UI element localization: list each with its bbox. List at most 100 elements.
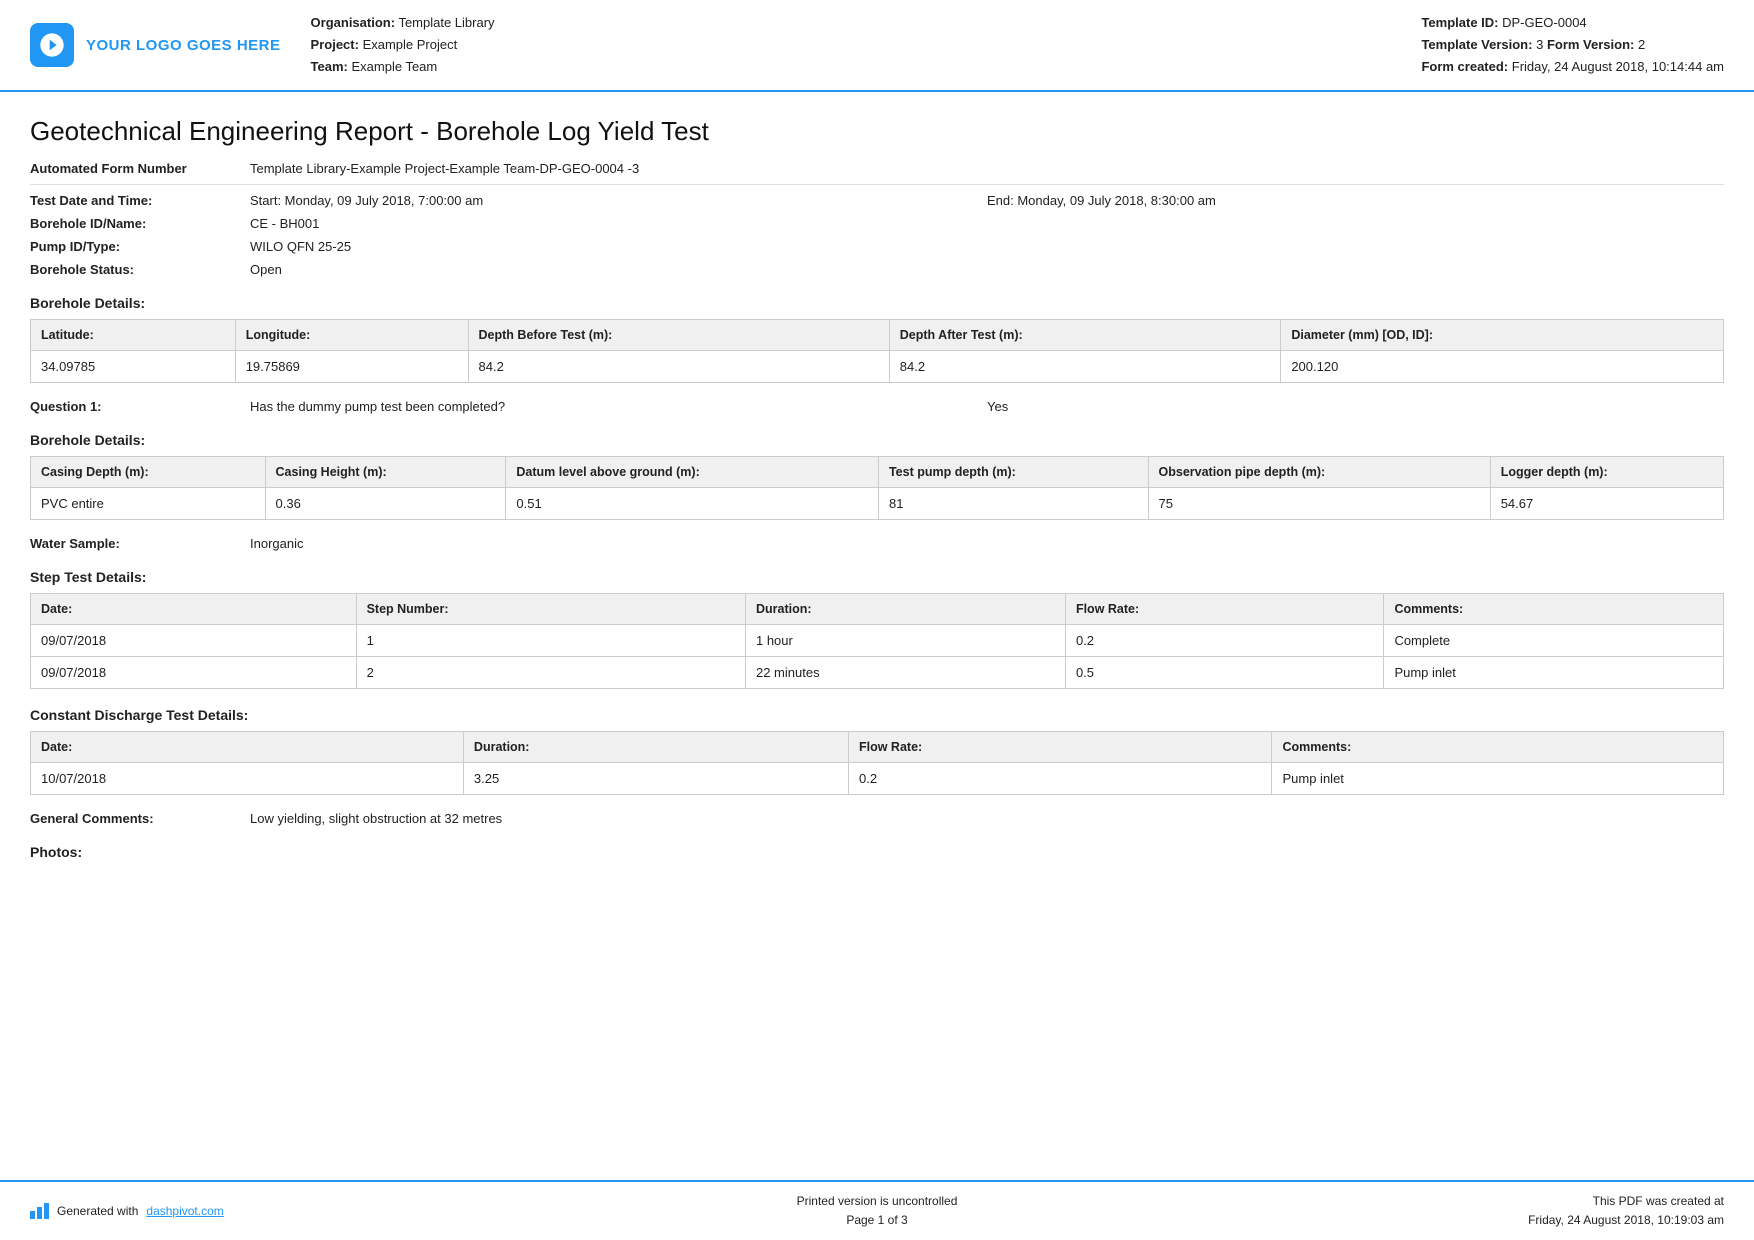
- borehole-details-2-header-row: Casing Depth (m): Casing Height (m): Dat…: [31, 457, 1724, 488]
- pump-id-label: Pump ID/Type:: [30, 239, 250, 254]
- col-cd-comments: Comments:: [1272, 732, 1724, 763]
- borehole-status-label: Borehole Status:: [30, 262, 250, 277]
- water-sample-row: Water Sample: Inorganic: [30, 536, 1724, 551]
- col-depth-before: Depth Before Test (m):: [468, 320, 889, 351]
- water-sample-value: Inorganic: [250, 536, 303, 551]
- logo-icon: [30, 23, 74, 67]
- constant-discharge-table: Date: Duration: Flow Rate: Comments: 10/…: [30, 731, 1724, 795]
- automated-form-row: Automated Form Number Template Library-E…: [30, 161, 1724, 176]
- col-depth-after: Depth After Test (m):: [889, 320, 1281, 351]
- col-cd-duration: Duration:: [463, 732, 848, 763]
- borehole-details-2-table: Casing Depth (m): Casing Height (m): Dat…: [30, 456, 1724, 520]
- logo-area: YOUR LOGO GOES HERE: [30, 12, 281, 78]
- cell-test-pump-depth: 81: [878, 488, 1148, 520]
- test-date-label: Test Date and Time:: [30, 193, 250, 208]
- cell-datum-level: 0.51: [506, 488, 879, 520]
- borehole-details-2-title: Borehole Details:: [30, 432, 1724, 448]
- col-casing-depth: Casing Depth (m):: [31, 457, 266, 488]
- footer-generated-text: Generated with: [57, 1204, 138, 1218]
- col-step-number: Step Number:: [356, 594, 745, 625]
- pump-id-value: WILO QFN 25-25: [250, 239, 1724, 254]
- cell-step-duration-1: 1 hour: [745, 625, 1065, 657]
- borehole-details-1-title: Borehole Details:: [30, 295, 1724, 311]
- footer-center-line2: Page 1 of 3: [595, 1211, 1160, 1230]
- col-step-flow-rate: Flow Rate:: [1065, 594, 1383, 625]
- table-row: 09/07/2018 1 1 hour 0.2 Complete: [31, 625, 1724, 657]
- step-test-header-row: Date: Step Number: Duration: Flow Rate: …: [31, 594, 1724, 625]
- footer-center-line1: Printed version is uncontrolled: [595, 1192, 1160, 1211]
- page-header: YOUR LOGO GOES HERE Organisation: Templa…: [0, 0, 1754, 92]
- footer-link[interactable]: dashpivot.com: [146, 1204, 223, 1218]
- cell-cd-duration: 3.25: [463, 763, 848, 795]
- col-step-date: Date:: [31, 594, 357, 625]
- cell-step-date-2: 09/07/2018: [31, 657, 357, 689]
- cell-cd-flow-rate: 0.2: [848, 763, 1272, 795]
- automated-form-value: Template Library-Example Project-Example…: [250, 161, 1724, 176]
- col-latitude: Latitude:: [31, 320, 236, 351]
- borehole-status-row: Borehole Status: Open: [30, 262, 1724, 277]
- col-step-duration: Duration:: [745, 594, 1065, 625]
- photos-label: Photos:: [30, 844, 1724, 860]
- test-date-start: Start: Monday, 09 July 2018, 7:00:00 am: [250, 193, 987, 208]
- col-longitude: Longitude:: [235, 320, 468, 351]
- cell-step-flow-rate-1: 0.2: [1065, 625, 1383, 657]
- col-cd-flow-rate: Flow Rate:: [848, 732, 1272, 763]
- question1-label: Question 1:: [30, 399, 250, 414]
- cell-observation-pipe: 75: [1148, 488, 1490, 520]
- cell-step-duration-2: 22 minutes: [745, 657, 1065, 689]
- cell-diameter: 200.120: [1281, 351, 1724, 383]
- general-comments-value: Low yielding, slight obstruction at 32 m…: [250, 811, 502, 826]
- borehole-details-2-data-row: PVC entire 0.36 0.51 81 75 54.67: [31, 488, 1724, 520]
- col-datum-level: Datum level above ground (m):: [506, 457, 879, 488]
- cell-depth-before: 84.2: [468, 351, 889, 383]
- project-row: Project: Example Project: [311, 34, 1392, 56]
- question1-row: Question 1: Has the dummy pump test been…: [30, 399, 1724, 414]
- footer-right: This PDF was created at Friday, 24 Augus…: [1159, 1192, 1724, 1230]
- cell-casing-height: 0.36: [265, 488, 506, 520]
- general-comments-row: General Comments: Low yielding, slight o…: [30, 811, 1724, 826]
- cell-depth-after: 84.2: [889, 351, 1281, 383]
- cell-longitude: 19.75869: [235, 351, 468, 383]
- borehole-id-value: CE - BH001: [250, 216, 1724, 231]
- footer-left: Generated with dashpivot.com: [30, 1203, 595, 1219]
- step-test-title: Step Test Details:: [30, 569, 1724, 585]
- test-date-row: Test Date and Time: Start: Monday, 09 Ju…: [30, 193, 1724, 208]
- water-sample-label: Water Sample:: [30, 536, 250, 551]
- borehole-id-row: Borehole ID/Name: CE - BH001: [30, 216, 1724, 231]
- constant-discharge-title: Constant Discharge Test Details:: [30, 707, 1724, 723]
- report-title: Geotechnical Engineering Report - Boreho…: [30, 116, 1724, 147]
- cell-step-number-2: 2: [356, 657, 745, 689]
- col-casing-height: Casing Height (m):: [265, 457, 506, 488]
- org-row: Organisation: Template Library: [311, 12, 1392, 34]
- footer-right-line1: This PDF was created at: [1159, 1192, 1724, 1211]
- form-created-row: Form created: Friday, 24 August 2018, 10…: [1421, 56, 1724, 78]
- test-date-end: End: Monday, 09 July 2018, 8:30:00 am: [987, 193, 1724, 208]
- footer-bars-icon: [30, 1203, 49, 1219]
- col-cd-date: Date:: [31, 732, 464, 763]
- borehole-status-value: Open: [250, 262, 1724, 277]
- borehole-details-1-data-row: 34.09785 19.75869 84.2 84.2 200.120: [31, 351, 1724, 383]
- col-logger-depth: Logger depth (m):: [1490, 457, 1723, 488]
- page-footer: Generated with dashpivot.com Printed ver…: [0, 1180, 1754, 1240]
- header-center: Organisation: Template Library Project: …: [311, 12, 1392, 78]
- main-content: Geotechnical Engineering Report - Boreho…: [0, 92, 1754, 898]
- constant-discharge-header-row: Date: Duration: Flow Rate: Comments:: [31, 732, 1724, 763]
- question1-answer: Yes: [987, 399, 1724, 414]
- team-row: Team: Example Team: [311, 56, 1392, 78]
- borehole-details-1-header-row: Latitude: Longitude: Depth Before Test (…: [31, 320, 1724, 351]
- borehole-details-1-table: Latitude: Longitude: Depth Before Test (…: [30, 319, 1724, 383]
- cell-latitude: 34.09785: [31, 351, 236, 383]
- cell-cd-comments: Pump inlet: [1272, 763, 1724, 795]
- template-id-row: Template ID: DP-GEO-0004: [1421, 12, 1724, 34]
- cell-step-flow-rate-2: 0.5: [1065, 657, 1383, 689]
- logo-text: YOUR LOGO GOES HERE: [86, 37, 281, 54]
- cell-step-comments-1: Complete: [1384, 625, 1724, 657]
- question1-text: Has the dummy pump test been completed?: [250, 399, 987, 414]
- cell-cd-date: 10/07/2018: [31, 763, 464, 795]
- col-observation-pipe: Observation pipe depth (m):: [1148, 457, 1490, 488]
- general-comments-label: General Comments:: [30, 811, 250, 826]
- footer-center: Printed version is uncontrolled Page 1 o…: [595, 1192, 1160, 1230]
- cell-logger-depth: 54.67: [1490, 488, 1723, 520]
- step-test-table: Date: Step Number: Duration: Flow Rate: …: [30, 593, 1724, 689]
- cell-step-date-1: 09/07/2018: [31, 625, 357, 657]
